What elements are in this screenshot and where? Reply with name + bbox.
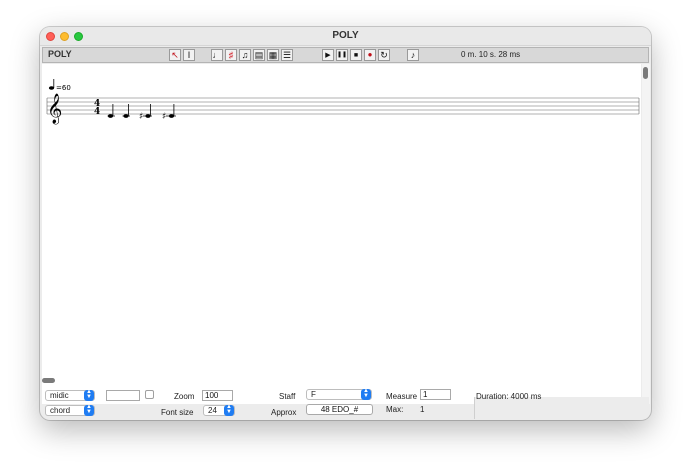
window-title: POLY xyxy=(332,30,359,41)
staff-select-value: F xyxy=(311,390,316,399)
beamed-notes-icon: ♫ xyxy=(241,49,249,60)
sharp-note-icon: ♯ xyxy=(228,49,234,60)
metronome-icon: ♪ xyxy=(410,49,416,60)
mode-select[interactable]: midic ▲ ▼ xyxy=(45,389,95,401)
type-select[interactable]: chord ▲ ▼ xyxy=(45,404,95,416)
loop-button[interactable]: ↻ xyxy=(378,49,390,61)
quarter-note-icon: ♩ xyxy=(212,49,222,60)
text-cursor-icon: I xyxy=(187,49,191,60)
time-signature-bottom: 4 xyxy=(94,107,100,117)
max-label: Max: xyxy=(386,405,404,414)
staff-label: Staff xyxy=(279,392,296,401)
sharp-icon: ♯ xyxy=(162,112,166,122)
zoom-input[interactable]: 100 xyxy=(202,390,233,401)
approx-label: Approx xyxy=(271,408,297,417)
staff-lines xyxy=(46,97,640,115)
text-cursor-tool-button[interactable]: I xyxy=(183,49,195,61)
staff-svg: =60 𝄞 4 4 ♯ ♯ xyxy=(46,79,640,125)
font-size-label: Font size xyxy=(161,408,194,417)
max-value: 1 xyxy=(420,405,425,414)
beamed-notes-tool-button[interactable]: ♫ xyxy=(239,49,251,61)
select-arrows-icon: ▲ ▼ xyxy=(84,389,94,401)
app-window: POLY POLY ↖ I ♩ ♯ ♫ ▤ ▦ ☰ ▶ ❚❚ ■ ● ↻ ♪ 0… xyxy=(40,27,651,420)
staff-select[interactable]: F ▲ ▼ xyxy=(306,388,372,400)
pointer-icon: ↖ xyxy=(171,49,179,60)
select-arrows-icon: ▲ ▼ xyxy=(224,404,234,416)
vertical-scrollbar[interactable] xyxy=(642,64,650,404)
note-4[interactable]: ♯ xyxy=(162,104,176,122)
duration-text: Duration: 4000 ms xyxy=(476,392,542,401)
toolbar: POLY ↖ I ♩ ♯ ♫ ▤ ▦ ☰ ▶ ❚❚ ■ ● ↻ ♪ 0 m. 1… xyxy=(42,47,649,63)
sharp-icon: ♯ xyxy=(139,112,143,122)
approx-select[interactable]: 48 EDO_# xyxy=(306,404,373,415)
layers-tool-button[interactable]: ☰ xyxy=(281,49,293,61)
score-canvas[interactable]: =60 𝄞 4 4 ♯ ♯ xyxy=(42,64,641,404)
pause-icon: ❚❚ xyxy=(336,52,348,58)
font-size-select[interactable]: 24 ▲ ▼ xyxy=(203,404,235,416)
stop-button[interactable]: ■ xyxy=(350,49,362,61)
select-arrows-icon: ▲ ▼ xyxy=(361,388,371,400)
play-button[interactable]: ▶ xyxy=(322,49,334,61)
play-icon: ▶ xyxy=(325,51,331,59)
horizontal-scroll-thumb[interactable] xyxy=(42,378,55,383)
layers-icon: ☰ xyxy=(282,49,292,60)
treble-clef-icon: 𝄞 xyxy=(47,93,62,125)
staff-view-icon: ▤ xyxy=(254,49,264,60)
quarter-note-tool-button[interactable]: ♩ xyxy=(211,49,223,61)
record-button[interactable]: ● xyxy=(364,49,376,61)
font-size-select-value: 24 xyxy=(208,406,217,415)
grid-view-icon: ▦ xyxy=(268,49,278,60)
measure-label: Measure xyxy=(386,392,418,401)
metronome-button[interactable]: ♪ xyxy=(407,49,419,61)
app-name: POLY xyxy=(48,49,72,59)
option-checkbox[interactable] xyxy=(145,390,154,399)
staff-view-tool-button[interactable]: ▤ xyxy=(253,49,265,61)
pointer-tool-button[interactable]: ↖ xyxy=(169,49,181,61)
time-display: 0 m. 10 s. 28 ms xyxy=(461,50,521,59)
select-arrows-icon: ▲ ▼ xyxy=(84,404,94,416)
tempo-marking: =60 xyxy=(56,84,71,92)
grid-view-tool-button[interactable]: ▦ xyxy=(267,49,279,61)
type-select-value: chord xyxy=(50,406,71,415)
title-bar: POLY xyxy=(40,27,651,46)
vertical-scroll-thumb[interactable] xyxy=(643,67,648,79)
sharp-note-tool-button[interactable]: ♯ xyxy=(225,49,237,61)
loop-icon: ↻ xyxy=(380,49,388,60)
measure-input[interactable]: 1 xyxy=(420,389,451,400)
value-input[interactable] xyxy=(106,390,140,401)
tempo-note-icon xyxy=(48,79,55,90)
zoom-label: Zoom xyxy=(174,392,195,401)
stop-icon: ■ xyxy=(353,51,359,59)
mode-select-value: midic xyxy=(50,391,69,400)
record-icon: ● xyxy=(367,50,373,59)
pause-button[interactable]: ❚❚ xyxy=(336,49,348,61)
note-3[interactable]: ♯ xyxy=(139,104,152,122)
